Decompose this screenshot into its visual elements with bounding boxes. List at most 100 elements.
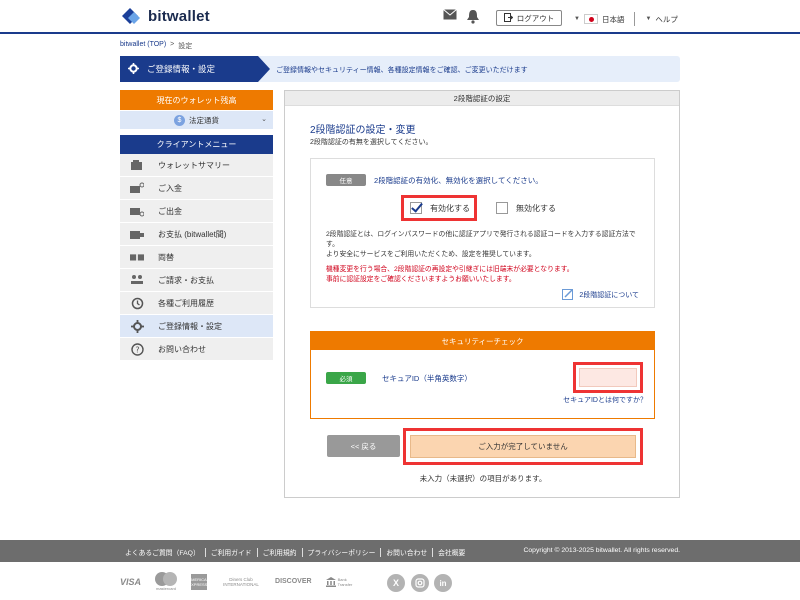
mail-icon[interactable] bbox=[443, 9, 457, 20]
sidebar-item-history[interactable]: 各種ご利用履歴 bbox=[120, 292, 273, 315]
logout-label: ログアウト bbox=[516, 13, 555, 23]
sidebar-item-withdraw[interactable]: ご出金 bbox=[120, 200, 273, 223]
client-menu-header: クライアントメニュー bbox=[120, 135, 273, 154]
disable-checkbox[interactable] bbox=[496, 202, 508, 214]
two-factor-select-row: 任意 2段階認証の有効化、無効化を選択してください。 bbox=[326, 174, 543, 186]
footer-link-privacy[interactable]: プライバシーポリシー bbox=[303, 547, 381, 557]
about-two-factor-link[interactable]: 2段階認証について bbox=[562, 289, 639, 300]
gear-icon bbox=[130, 319, 144, 333]
security-check-box: セキュリティーチェック 必須 セキュアID（半角英数字） セキュアIDとは何です… bbox=[310, 331, 655, 419]
warning-line: 機種変更を行う場合、2段階認証の再設定や引継ぎには旧端末が必要となります。 bbox=[326, 266, 574, 273]
footer-link-company[interactable]: 会社概要 bbox=[433, 547, 470, 557]
footer-link-guide[interactable]: ご利用ガイド bbox=[206, 547, 257, 557]
instagram-icon[interactable] bbox=[411, 574, 429, 592]
disable-label: 無効化する bbox=[516, 203, 556, 213]
warning-line: 事前に認証設定をご確認くださいますようお願いいたします。 bbox=[326, 276, 516, 283]
exchange-icon bbox=[130, 251, 144, 263]
page-title-text: ご登録情報・設定 bbox=[147, 64, 216, 74]
question-icon: ? bbox=[130, 342, 144, 356]
section-subtitle: 2段階認証の有無を選択してください。 bbox=[310, 139, 433, 146]
invoice-icon bbox=[130, 274, 144, 286]
bell-icon[interactable] bbox=[466, 9, 480, 24]
sidebar-item-contact[interactable]: ? お問い合わせ bbox=[120, 338, 273, 361]
secure-id-help-link[interactable]: セキュアIDとは何ですか？ bbox=[563, 395, 647, 405]
page-title: ご登録情報・設定 bbox=[120, 56, 270, 82]
breadcrumb-home[interactable]: bitwallet (TOP) bbox=[120, 41, 166, 51]
footer-link-faq[interactable]: よくあるご質問（FAQ） bbox=[120, 547, 205, 557]
two-factor-description: 2段階認証とは、ログインパスワードの他に認証アプリで発行される認証コードを入力す… bbox=[326, 230, 646, 260]
wallet-icon bbox=[130, 159, 144, 171]
x-social-icon[interactable]: X bbox=[387, 574, 405, 592]
sidebar-item-label: ご請求・お支払 bbox=[158, 275, 214, 285]
footer-link-contact[interactable]: お問い合わせ bbox=[381, 547, 432, 557]
bank-icon bbox=[325, 576, 336, 587]
enable-option[interactable]: 有効化する bbox=[401, 195, 477, 221]
sidebar: 現在のウォレット残高 $ 法定通貨 ⌄ クライアントメニュー ウォレットサマリー… bbox=[120, 90, 273, 361]
linkedin-icon[interactable]: in bbox=[434, 574, 452, 592]
about-link-label: 2段階認証について bbox=[579, 291, 639, 299]
description-line: 2段階認証とは、ログインパスワードの他に認証アプリで発行される認証コードを入力す… bbox=[326, 231, 636, 248]
payment-methods: VISA mastercard AMERICAN EXPRESS Diners … bbox=[120, 572, 362, 591]
sidebar-item-label: ご出金 bbox=[158, 206, 182, 216]
sidebar-item-label: ご登録情報・設定 bbox=[158, 321, 222, 331]
disable-option[interactable]: 無効化する bbox=[496, 202, 556, 214]
copyright: Copyright © 2013-2025 bitwallet. All rig… bbox=[523, 547, 680, 554]
discover-logo: DISCOVER bbox=[275, 578, 312, 585]
wallet-balance-header: 現在のウォレット残高 bbox=[120, 90, 273, 110]
breadcrumb-separator: > bbox=[170, 41, 175, 48]
sidebar-item-label: お問い合わせ bbox=[158, 344, 206, 354]
enable-checkbox[interactable] bbox=[410, 202, 422, 214]
two-factor-warning: 機種変更を行う場合、2段階認証の再設定や引継ぎには旧端末が必要となります。 事前… bbox=[326, 265, 646, 285]
sidebar-item-deposit[interactable]: ご入金 bbox=[120, 177, 273, 200]
two-factor-settings-panel: 2段階認証の設定 2段階認証の設定・変更 2段階認証の有無を選択してください。 … bbox=[284, 90, 680, 498]
section-title: 2段階認証の設定・変更 bbox=[310, 125, 416, 136]
back-button[interactable]: << 戻る bbox=[327, 435, 400, 457]
logo-icon bbox=[120, 6, 142, 26]
two-factor-select-label: 2段階認証の有効化、無効化を選択してください。 bbox=[374, 175, 543, 185]
required-badge: 必須 bbox=[326, 372, 366, 384]
sidebar-item-wallet-summary[interactable]: ウォレットサマリー bbox=[120, 154, 273, 177]
secure-id-row: 必須 セキュアID（半角英数字） bbox=[326, 372, 472, 384]
mastercard-logo: mastercard bbox=[155, 572, 178, 591]
header-divider bbox=[634, 12, 636, 26]
page-description: ご登録情報やセキュリティー情報、各種設定情報をご確認、ご変更いただけます bbox=[276, 67, 528, 74]
amex-logo: AMERICAN EXPRESS bbox=[188, 573, 210, 590]
mastercard-icon bbox=[155, 572, 178, 586]
submit-button[interactable]: ご入力が完了していません bbox=[410, 435, 636, 458]
help-link[interactable]: ヘルプ bbox=[655, 14, 678, 25]
edit-icon bbox=[562, 289, 574, 300]
logout-button[interactable]: ログアウト bbox=[496, 10, 562, 26]
sidebar-item-exchange[interactable]: 両替 bbox=[120, 246, 273, 269]
sidebar-item-payment[interactable]: お支払 (bitwallet間) bbox=[120, 223, 273, 246]
secure-id-label: セキュアID（半角英数字） bbox=[382, 373, 472, 383]
brand-logo[interactable]: bitwallet bbox=[120, 6, 210, 26]
secure-id-input[interactable] bbox=[579, 368, 637, 387]
history-icon bbox=[130, 297, 144, 309]
sidebar-item-label: ご入金 bbox=[158, 183, 182, 193]
diners-logo: Diners Club INTERNATIONAL bbox=[223, 576, 259, 587]
chevron-down-icon: ⌄ bbox=[261, 116, 267, 123]
withdraw-icon bbox=[130, 205, 144, 217]
deposit-icon bbox=[130, 182, 144, 194]
footer-link-terms[interactable]: ご利用規約 bbox=[258, 547, 302, 557]
footer-links: よくあるご質問（FAQ） ご利用ガイド ご利用規約 プライバシーポリシー お問い… bbox=[120, 547, 470, 557]
language-selector[interactable]: ▼ 日本語 ▼ ヘルプ bbox=[574, 12, 678, 26]
language-label: 日本語 bbox=[601, 14, 625, 24]
sidebar-item-label: 各種ご利用履歴 bbox=[158, 298, 214, 308]
two-factor-option-box: 任意 2段階認証の有効化、無効化を選択してください。 有効化する 無効化する 2… bbox=[310, 158, 655, 308]
description-line: より安全にサービスをご利用いただくため、設定を推奨しています。 bbox=[326, 251, 536, 258]
incomplete-note: 未入力（未選択）の項目があります。 bbox=[419, 474, 547, 483]
sidebar-item-settings[interactable]: ご登録情報・設定 bbox=[120, 315, 273, 338]
enable-label: 有効化する bbox=[430, 203, 470, 213]
breadcrumb-current: 設定 bbox=[178, 43, 193, 50]
sidebar-item-invoice[interactable]: ご請求・お支払 bbox=[120, 269, 273, 292]
security-check-header: セキュリティーチェック bbox=[311, 332, 654, 350]
secure-id-highlight bbox=[573, 362, 643, 393]
payment-icon bbox=[130, 228, 144, 240]
japan-flag-icon bbox=[583, 14, 598, 24]
gear-icon bbox=[128, 62, 139, 76]
currency-label: 法定通貨 bbox=[189, 115, 219, 125]
dollar-coin-icon: $ bbox=[174, 114, 185, 126]
currency-selector[interactable]: $ 法定通貨 ⌄ bbox=[120, 111, 273, 129]
footer: よくあるご質問（FAQ） ご利用ガイド ご利用規約 プライバシーポリシー お問い… bbox=[0, 540, 800, 562]
